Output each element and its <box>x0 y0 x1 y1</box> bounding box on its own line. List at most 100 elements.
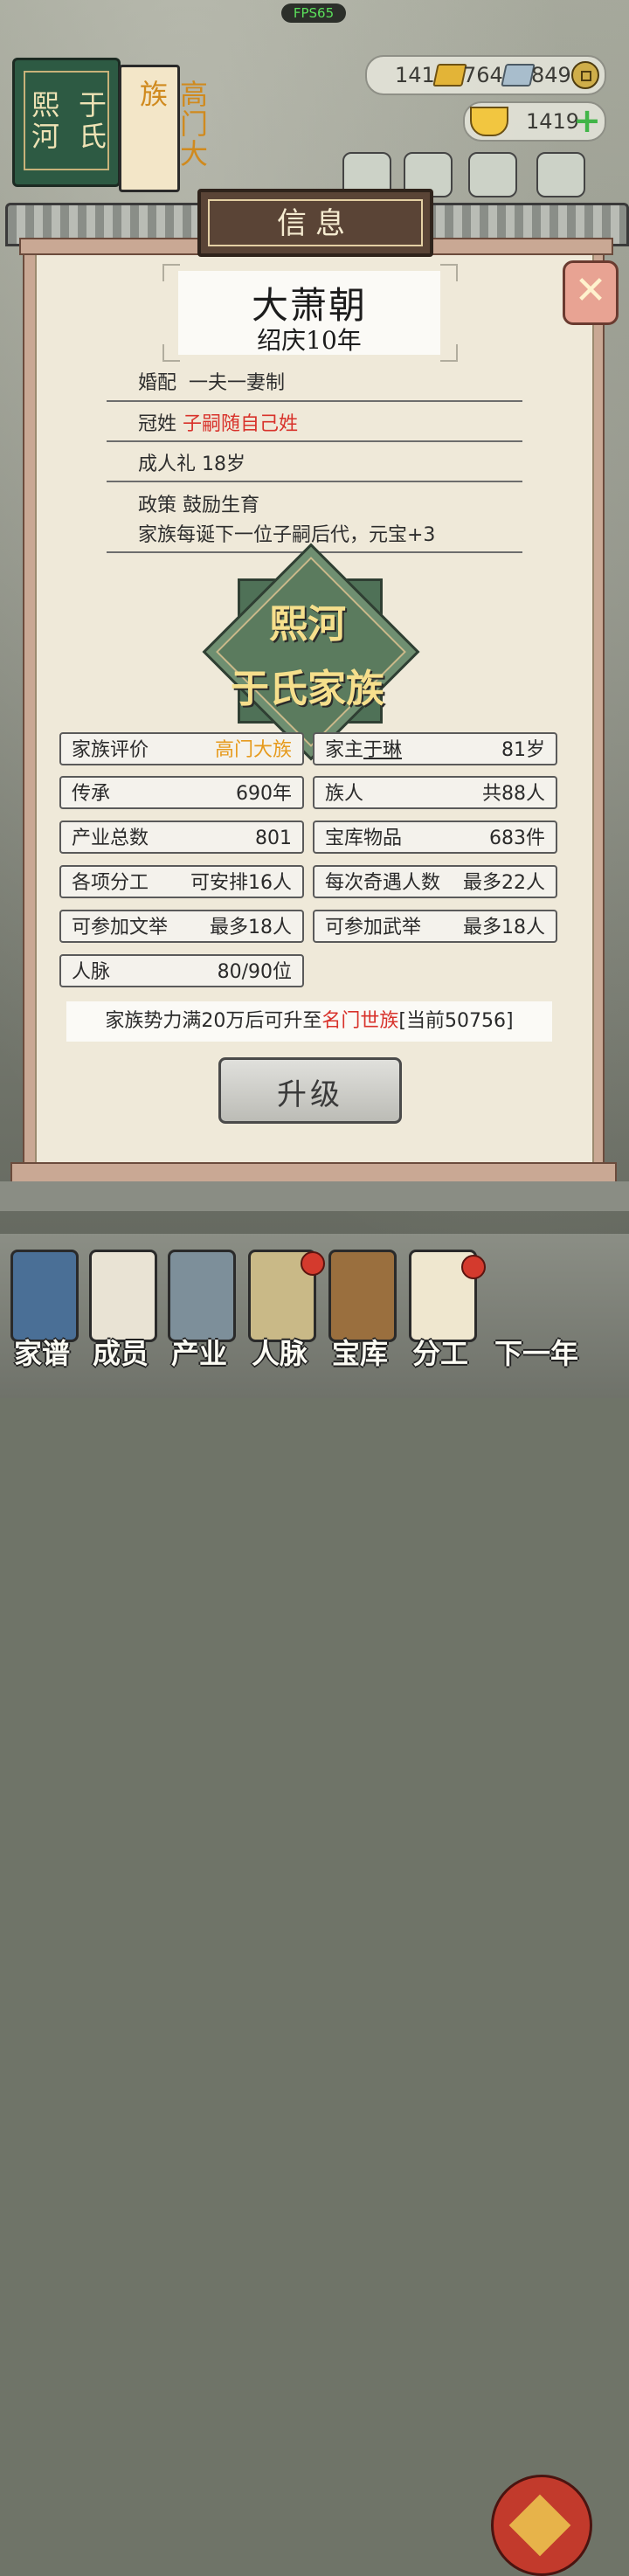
background-shelf <box>0 1181 629 1211</box>
emblem-family: 于氏家族 <box>231 667 384 711</box>
stat-label: 家族评价 <box>72 739 149 761</box>
stat-value: 80/90位 <box>217 961 292 983</box>
dialog-title-plaque: 信息 <box>197 189 433 257</box>
rule-value: 一夫一妻制 <box>189 372 286 394</box>
stat-label: 传承 <box>72 783 111 805</box>
book-title-right: 于氏 <box>74 90 107 153</box>
stat-label: 家主 <box>325 739 364 761</box>
coin-icon <box>571 61 599 89</box>
nav-treasury[interactable]: 宝库 <box>323 1234 397 1398</box>
nav-label: 人脉 <box>251 1337 308 1370</box>
nav-label: 产业 <box>170 1337 227 1370</box>
gold-bar-count: 141 <box>395 63 435 87</box>
stat-military-exam: 可参加武举 最多18人 <box>313 910 557 943</box>
stat-connections: 人脉 80/90位 <box>59 954 304 987</box>
lantern-icon <box>491 2475 592 2576</box>
divider <box>107 400 522 402</box>
stat-value: 高门大族 <box>214 739 292 761</box>
stat-label: 族人 <box>325 783 364 805</box>
stat-value: 共88人 <box>482 783 545 805</box>
corner-ornament <box>162 264 180 281</box>
stat-treasury-items: 宝库物品 683件 <box>313 821 557 854</box>
upgrade-notice: 家族势力满20万后可升至名门世族[当前50756] <box>66 1001 552 1042</box>
family-head-name-link[interactable]: 于琳 <box>363 739 402 761</box>
stat-value: 最多22人 <box>463 872 545 894</box>
nav-members[interactable]: 成员 <box>84 1234 157 1398</box>
silver-bar-icon <box>501 64 536 87</box>
stat-civil-exam: 可参加文举 最多18人 <box>59 910 304 943</box>
fps-counter: FPS65 <box>281 3 346 23</box>
stat-label: 宝库物品 <box>325 828 403 849</box>
stat-value: 690年 <box>236 783 292 805</box>
ingot-count: 1419 <box>526 109 580 134</box>
stat-family-head: 家主于琳 81岁 <box>313 732 557 765</box>
gold-bar-icon <box>432 64 467 87</box>
nav-label: 成员 <box>92 1337 149 1370</box>
nav-next-year[interactable]: 下一年 <box>484 1234 589 1398</box>
nav-label: 分工 <box>411 1337 468 1370</box>
stat-label: 产业总数 <box>72 828 149 849</box>
silver-bar-count: 764 <box>463 63 503 87</box>
stat-encounter-limit: 每次奇遇人数 最多22人 <box>313 865 557 898</box>
nav-label: 家谱 <box>13 1337 70 1370</box>
stat-industry-total: 产业总数 801 <box>59 821 304 854</box>
genealogy-icon <box>10 1250 79 1342</box>
rule-label: 婚配 <box>138 372 177 394</box>
rule-label: 成人礼 <box>138 454 197 475</box>
dialog-title: 信息 <box>277 206 354 241</box>
building-icon <box>168 1250 236 1342</box>
book-cover: 熙河 于氏 <box>12 58 121 187</box>
stat-label: 可参加武举 <box>325 917 422 938</box>
stat-value: 最多18人 <box>463 917 545 938</box>
rank-tag-label: 高门大族 <box>135 80 209 169</box>
corner-ornament <box>440 344 458 362</box>
stat-label: 各项分工 <box>72 872 149 894</box>
notice-target-rank: 名门世族 <box>321 1010 399 1032</box>
stat-value: 最多18人 <box>210 917 292 938</box>
upgrade-button-label: 升级 <box>277 1077 343 1112</box>
gold-ingot-icon <box>470 107 508 136</box>
member-icon <box>89 1250 157 1342</box>
rule-value: 18岁 <box>202 454 246 475</box>
close-icon: ✕ <box>574 268 607 313</box>
rule-policy-note: 家族每诞下一位子嗣后代，元宝+3 <box>138 524 436 546</box>
era-year: 绍庆10年 <box>257 326 362 355</box>
stat-value: 81岁 <box>501 739 545 761</box>
currency-bar: 141 764 849 <box>365 55 606 95</box>
ingot-bar: 1419 + <box>463 101 606 142</box>
close-button[interactable]: ✕ <box>563 260 619 325</box>
stat-label: 可参加文举 <box>72 917 169 938</box>
book-title-left: 熙河 <box>27 90 60 153</box>
family-book[interactable]: 熙河 于氏 高门大族 <box>5 58 209 192</box>
stat-heritage: 传承 690年 <box>59 776 304 809</box>
stat-label: 人脉 <box>72 961 111 983</box>
notification-dot <box>301 1251 325 1276</box>
rule-value: 子嗣随自己姓 <box>183 413 299 435</box>
rule-label: 冠姓 <box>138 413 177 435</box>
rule-policy: 政策 鼓励生育 <box>138 489 522 517</box>
notice-current: [当前50756] <box>398 1010 514 1032</box>
rank-tag: 高门大族 <box>119 65 209 192</box>
stat-label: 每次奇遇人数 <box>325 872 441 894</box>
stat-value: 可安排16人 <box>190 872 292 894</box>
dynasty-header: 大萧朝 绍庆10年 <box>178 271 440 355</box>
nav-genealogy[interactable]: 家谱 <box>5 1234 79 1398</box>
nav-label: 宝库 <box>331 1337 388 1370</box>
rule-coming-of-age: 成人礼 18岁 <box>138 448 522 476</box>
emblem-region: 熙河 <box>269 602 346 647</box>
add-ingot-button[interactable]: + <box>573 104 601 137</box>
stat-value: 801 <box>255 828 292 849</box>
corner-ornament <box>440 264 458 281</box>
rule-label: 政策 <box>138 495 177 516</box>
notification-dot <box>461 1255 486 1279</box>
nav-label: 下一年 <box>494 1337 578 1370</box>
stat-clan-members: 族人 共88人 <box>313 776 557 809</box>
upgrade-button[interactable]: 升级 <box>218 1057 402 1124</box>
corner-ornament <box>162 344 180 362</box>
divider <box>107 440 522 442</box>
stat-family-rating: 家族评价 高门大族 <box>59 732 304 765</box>
stat-division-of-labor: 各项分工 可安排16人 <box>59 865 304 898</box>
notice-prefix: 家族势力满20万后可升至 <box>105 1010 322 1032</box>
nav-industry[interactable]: 产业 <box>162 1234 236 1398</box>
bottom-nav: 家谱 成员 产业 人脉 宝库 分工 下一年 <box>0 1234 629 2576</box>
